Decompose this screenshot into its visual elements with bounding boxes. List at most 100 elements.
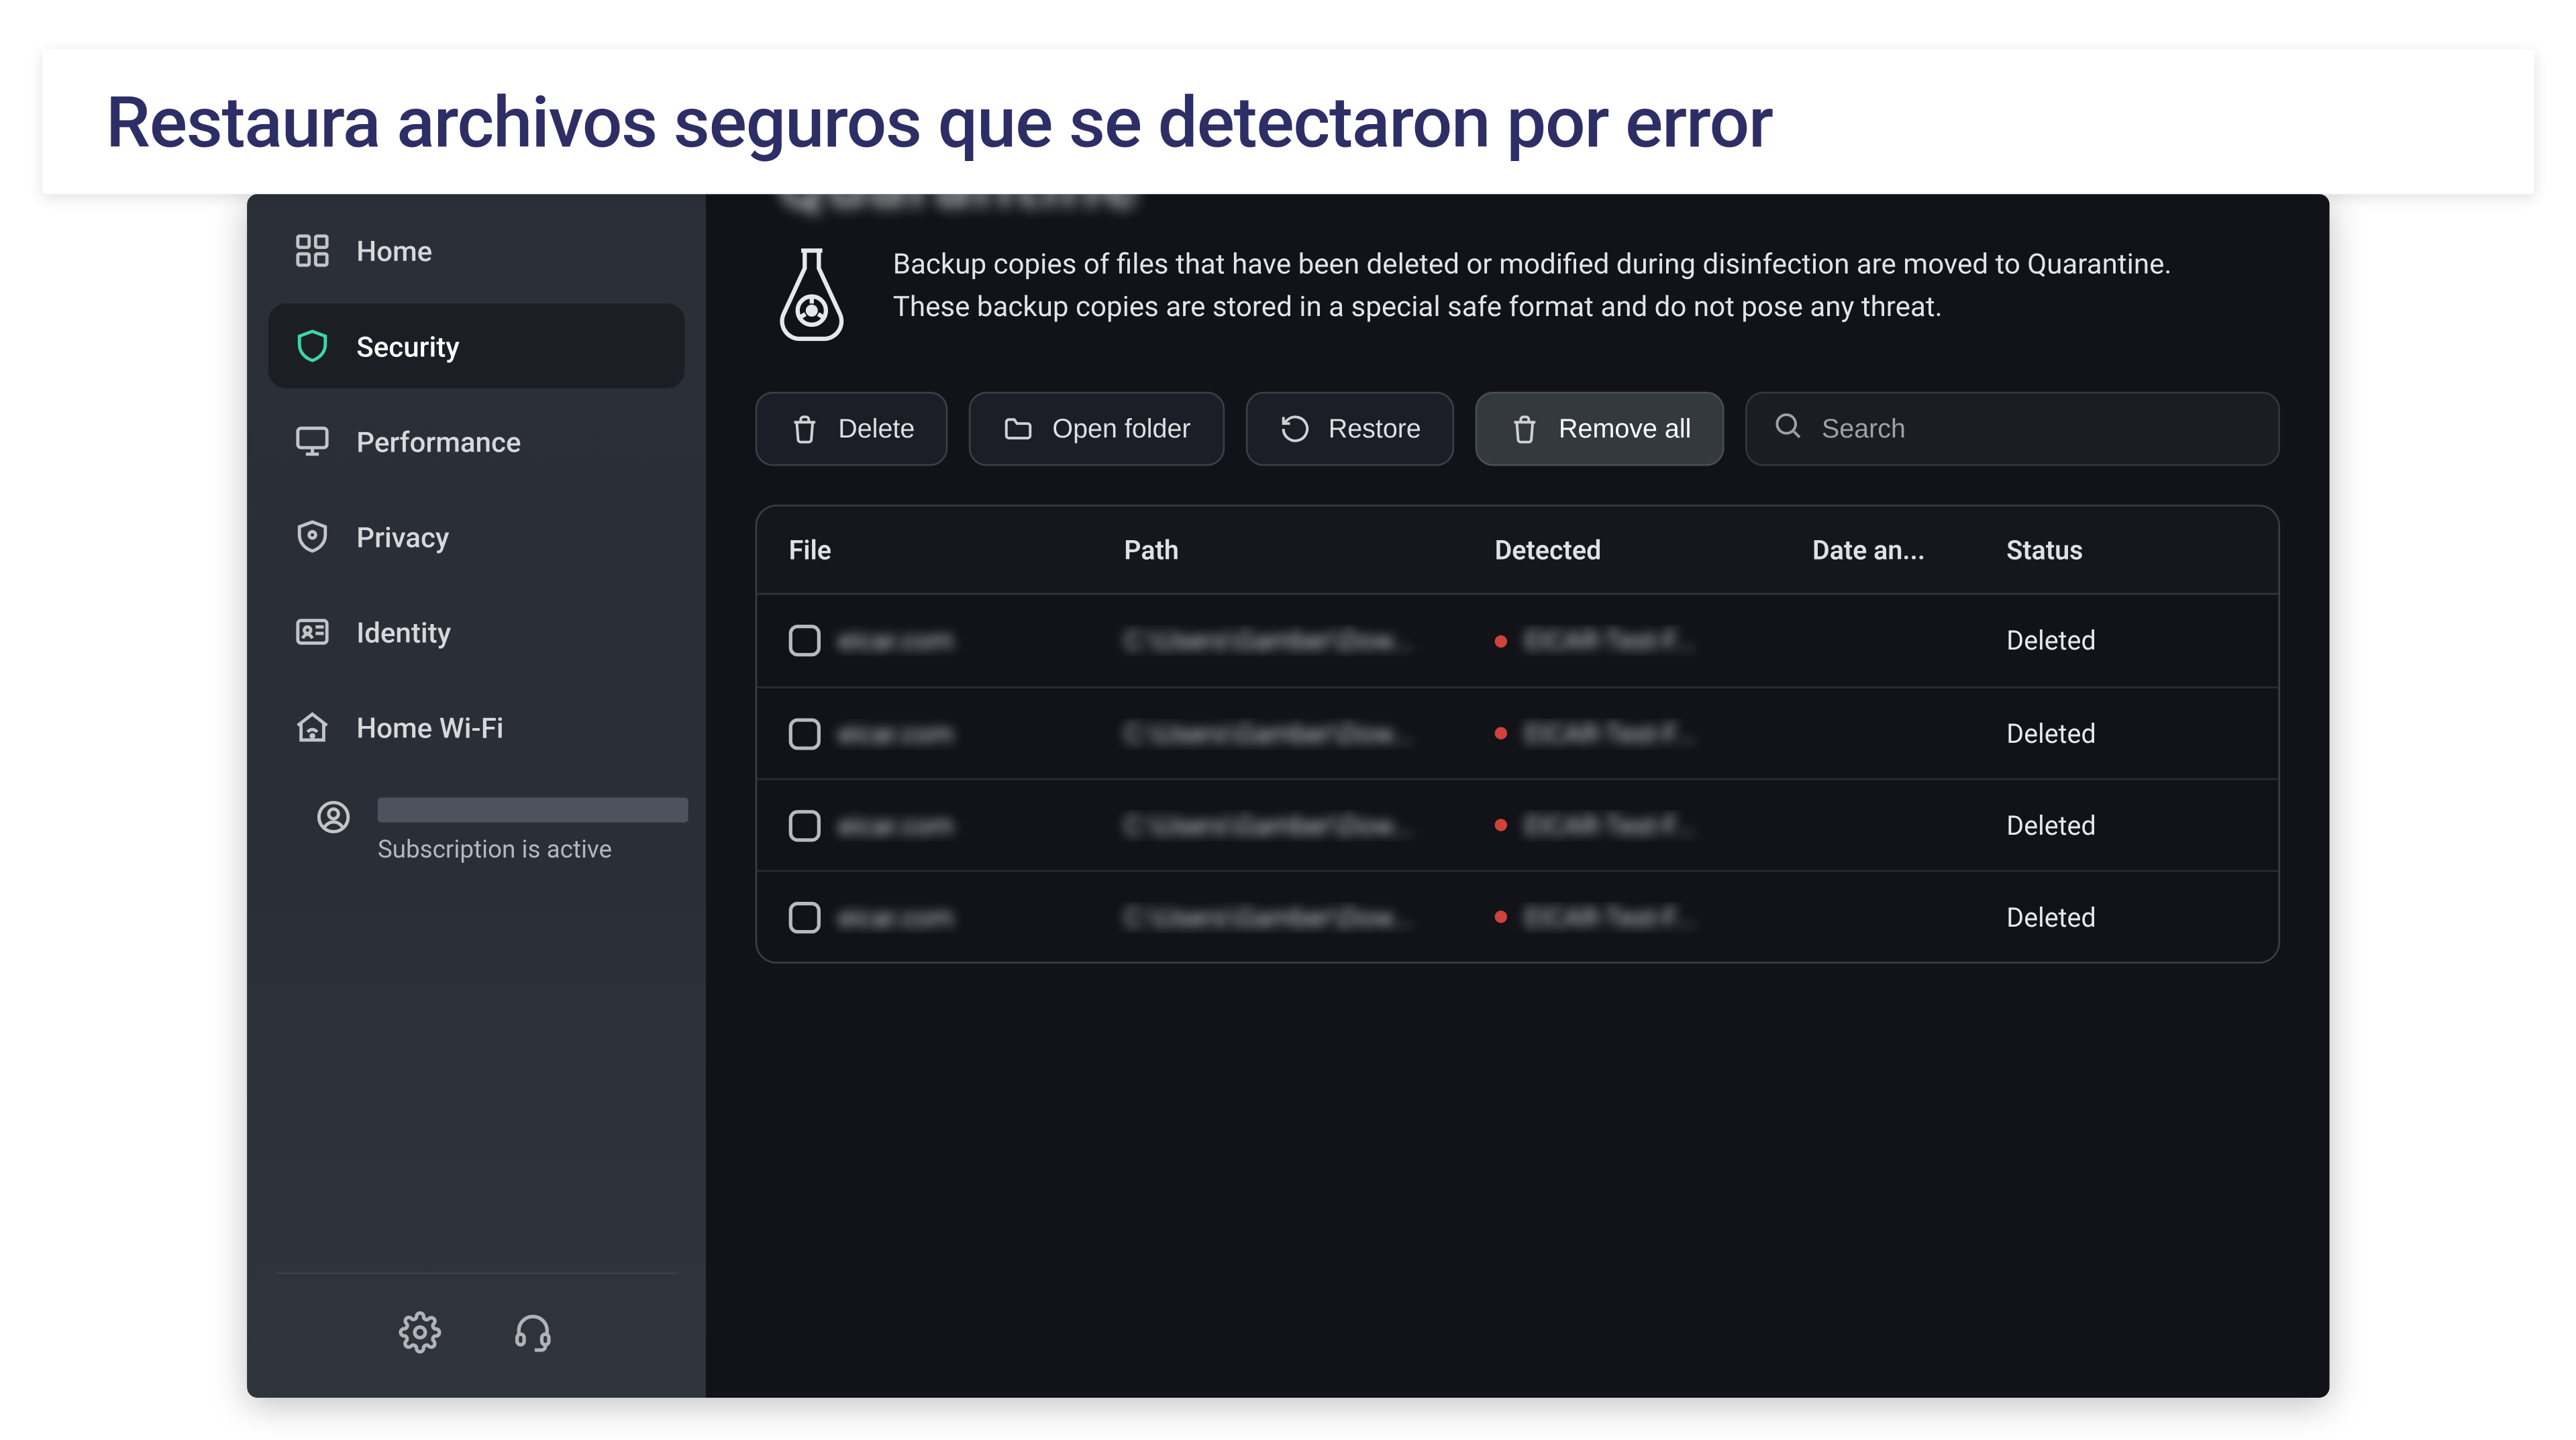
cell-file: eicar.com <box>757 809 1110 841</box>
table-body: eicar.com C:\Users\Gamber\Dow... EICAR-T… <box>757 595 2278 962</box>
id-icon <box>293 613 332 652</box>
status-value: Deleted <box>2006 717 2096 749</box>
caption-banner: Restaura archivos seguros que se detecta… <box>42 50 2534 195</box>
cell-file: eicar.com <box>757 717 1110 749</box>
file-name: eicar.com <box>838 625 954 656</box>
sidebar-item-security[interactable]: Security <box>268 303 685 388</box>
search-input[interactable] <box>1822 414 2254 444</box>
account-name-placeholder <box>378 798 688 823</box>
sidebar-divider <box>275 1272 678 1274</box>
user-icon <box>314 798 353 837</box>
table-row[interactable]: eicar.com C:\Users\Gamber\Dow... EICAR-T… <box>757 778 2278 870</box>
cell-status: Deleted <box>1992 809 2278 841</box>
file-path: C:\Users\Gamber\Dow... <box>1124 901 1413 933</box>
sidebar-footer <box>247 1292 706 1373</box>
cell-file: eicar.com <box>757 625 1110 656</box>
restore-icon <box>1279 413 1310 444</box>
detected-name: EICAR-Test-F... <box>1525 901 1696 933</box>
cell-detected: EICAR-Test-F... <box>1481 717 1798 749</box>
sidebar-item-performance[interactable]: Performance <box>268 399 685 483</box>
shield-icon <box>293 327 332 366</box>
col-date[interactable]: Date an... <box>1798 534 1992 566</box>
quarantine-flask-icon <box>770 244 854 342</box>
cell-path: C:\Users\Gamber\Dow... <box>1110 625 1480 656</box>
open-folder-button[interactable]: Open folder <box>970 392 1225 466</box>
table-header: File Path Detected Date an... Status <box>757 507 2278 595</box>
threat-dot-icon <box>1495 727 1507 739</box>
button-label: Remove all <box>1559 414 1691 444</box>
app-window: Home Security Performance <box>247 194 2329 1398</box>
detected-name: EICAR-Test-F... <box>1525 625 1696 656</box>
button-label: Restore <box>1329 414 1421 444</box>
home-grid-icon <box>293 232 332 270</box>
row-checkbox[interactable] <box>789 901 821 933</box>
sidebar-item-account[interactable]: Subscription is active <box>268 780 685 864</box>
search-field[interactable] <box>1746 392 2280 466</box>
col-file[interactable]: File <box>757 534 1110 566</box>
cell-file: eicar.com <box>757 901 1110 933</box>
cell-detected: EICAR-Test-F... <box>1481 809 1798 841</box>
col-detected[interactable]: Detected <box>1481 534 1798 566</box>
cell-path: C:\Users\Gamber\Dow... <box>1110 717 1480 749</box>
sidebar-item-label: Home <box>356 234 432 267</box>
file-path: C:\Users\Gamber\Dow... <box>1124 717 1413 749</box>
cell-detected: EICAR-Test-F... <box>1481 625 1798 656</box>
remove-all-button[interactable]: Remove all <box>1476 392 1724 466</box>
table-row[interactable]: eicar.com C:\Users\Gamber\Dow... EICAR-T… <box>757 870 2278 962</box>
gear-icon[interactable] <box>399 1311 441 1353</box>
cell-path: C:\Users\Gamber\Dow... <box>1110 901 1480 933</box>
table-row[interactable]: eicar.com C:\Users\Gamber\Dow... EICAR-T… <box>757 686 2278 778</box>
row-checkbox[interactable] <box>789 625 821 656</box>
file-path: C:\Users\Gamber\Dow... <box>1124 809 1413 841</box>
col-path[interactable]: Path <box>1110 534 1480 566</box>
threat-dot-icon <box>1495 911 1507 923</box>
status-value: Deleted <box>2006 809 2096 841</box>
sidebar-item-label: Security <box>356 329 460 362</box>
monitor-icon <box>293 422 332 461</box>
sidebar-item-privacy[interactable]: Privacy <box>268 494 685 578</box>
folder-icon <box>1003 413 1035 444</box>
row-checkbox[interactable] <box>789 809 821 841</box>
detected-name: EICAR-Test-F... <box>1525 717 1696 749</box>
page-title: Quarantine <box>776 194 1141 224</box>
row-checkbox[interactable] <box>789 717 821 749</box>
toolbar: Delete Open folder Restore <box>756 392 2280 466</box>
cell-path: C:\Users\Gamber\Dow... <box>1110 809 1480 841</box>
cell-status: Deleted <box>1992 901 2278 933</box>
sidebar-item-label: Identity <box>356 615 451 649</box>
status-value: Deleted <box>2006 901 2096 933</box>
headset-icon[interactable] <box>512 1311 554 1353</box>
trash-icon <box>1509 413 1541 444</box>
description-row: Backup copies of files that have been de… <box>756 244 2280 342</box>
trash-icon <box>789 413 821 444</box>
button-label: Delete <box>838 414 915 444</box>
table-row[interactable]: eicar.com C:\Users\Gamber\Dow... EICAR-T… <box>757 595 2278 686</box>
detected-name: EICAR-Test-F... <box>1525 809 1696 841</box>
nav-list: Home Security Performance <box>247 194 706 864</box>
cell-status: Deleted <box>1992 717 2278 749</box>
file-name: eicar.com <box>838 901 954 933</box>
restore-button[interactable]: Restore <box>1245 392 1455 466</box>
col-status[interactable]: Status <box>1992 534 2278 566</box>
cell-status: Deleted <box>1992 625 2278 656</box>
quarantine-table: File Path Detected Date an... Status eic… <box>756 505 2280 964</box>
threat-dot-icon <box>1495 634 1507 646</box>
caption-text: Restaura archivos seguros que se detecta… <box>106 81 1773 164</box>
status-value: Deleted <box>2006 625 2096 656</box>
cell-detected: EICAR-Test-F... <box>1481 901 1798 933</box>
search-icon <box>1772 409 1804 448</box>
sidebar-item-label: Performance <box>356 425 521 458</box>
sidebar-item-label: Privacy <box>356 520 449 554</box>
sidebar-item-home-wifi[interactable]: Home Wi-Fi <box>268 684 685 769</box>
sidebar-item-identity[interactable]: Identity <box>268 589 685 674</box>
house-wifi-icon <box>293 708 332 747</box>
sidebar: Home Security Performance <box>247 194 706 1398</box>
button-label: Open folder <box>1052 414 1190 444</box>
sidebar-item-home[interactable]: Home <box>268 208 685 293</box>
sidebar-item-label: Home Wi-Fi <box>356 711 503 744</box>
page-description: Backup copies of files that have been de… <box>893 244 2199 328</box>
file-name: eicar.com <box>838 809 954 841</box>
file-path: C:\Users\Gamber\Dow... <box>1124 625 1413 656</box>
threat-dot-icon <box>1495 819 1507 831</box>
delete-button[interactable]: Delete <box>756 392 949 466</box>
